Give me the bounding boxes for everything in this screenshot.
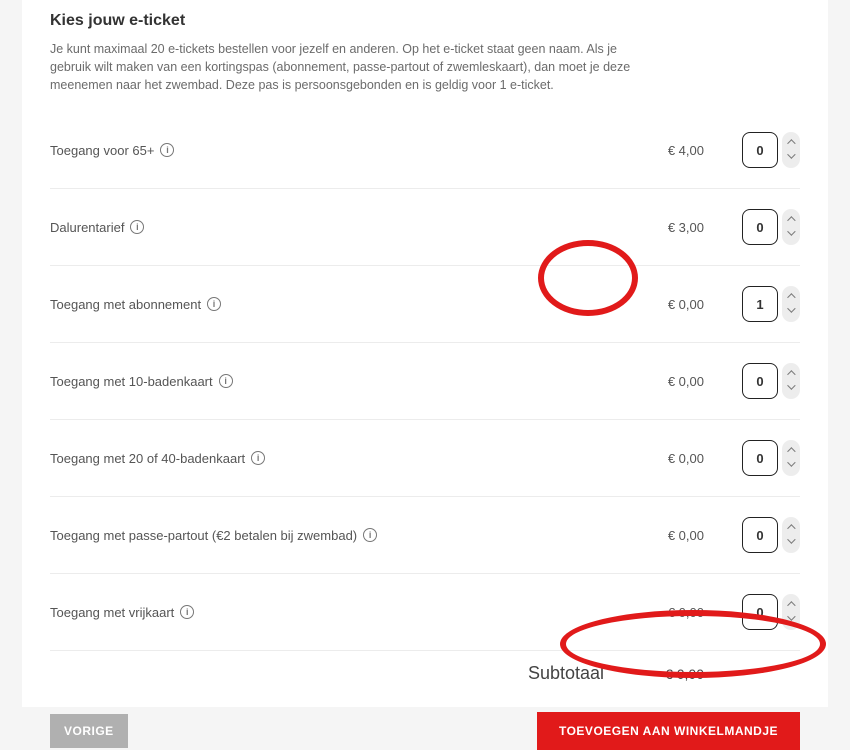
increment-button[interactable] — [782, 290, 800, 304]
ticket-price: € 4,00 — [634, 143, 704, 158]
ticket-label-text: Toegang met abonnement — [50, 297, 201, 312]
ticket-label-text: Dalurentarief — [50, 220, 124, 235]
info-icon[interactable]: i — [130, 220, 144, 234]
ticket-price: € 0,00 — [634, 451, 704, 466]
chevron-up-icon — [787, 524, 795, 532]
chevron-up-icon — [787, 139, 795, 147]
subtotal-value: € 0,00 — [634, 666, 704, 682]
quantity-input[interactable] — [742, 440, 778, 476]
quantity-input[interactable] — [742, 286, 778, 322]
quantity-stepper — [742, 132, 800, 168]
ticket-label-text: Toegang met passe-partout (€2 betalen bi… — [50, 528, 357, 543]
ticket-row: Dalurentarief i € 3,00 — [50, 189, 800, 266]
quantity-stepper — [742, 517, 800, 553]
ticket-label: Toegang met vrijkaart i — [50, 605, 634, 620]
ticket-row: Toegang met abonnement i € 0,00 — [50, 266, 800, 343]
info-icon[interactable]: i — [251, 451, 265, 465]
ticket-price: € 0,00 — [634, 374, 704, 389]
decrement-button[interactable] — [782, 381, 800, 395]
info-icon[interactable]: i — [180, 605, 194, 619]
add-to-cart-button[interactable]: TOEVOEGEN AAN WINKELMANDJE — [537, 712, 800, 750]
quantity-spinner — [782, 594, 800, 630]
ticket-row: Toegang met 20 of 40-badenkaart i € 0,00 — [50, 420, 800, 497]
ticket-price: € 0,00 — [634, 297, 704, 312]
quantity-input[interactable] — [742, 132, 778, 168]
ticket-row: Toegang voor 65+ i € 4,00 — [50, 112, 800, 189]
actions-row: VORIGE TOEVOEGEN AAN WINKELMANDJE — [50, 712, 800, 750]
ticket-selection-card: Kies jouw e-ticket Je kunt maximaal 20 e… — [22, 0, 828, 707]
ticket-label-text: Toegang met vrijkaart — [50, 605, 174, 620]
decrement-button[interactable] — [782, 227, 800, 241]
quantity-input[interactable] — [742, 594, 778, 630]
increment-button[interactable] — [782, 521, 800, 535]
quantity-stepper — [742, 440, 800, 476]
decrement-button[interactable] — [782, 458, 800, 472]
quantity-input[interactable] — [742, 363, 778, 399]
decrement-button[interactable] — [782, 612, 800, 626]
ticket-label: Toegang voor 65+ i — [50, 143, 634, 158]
increment-button[interactable] — [782, 367, 800, 381]
chevron-down-icon — [787, 384, 795, 392]
ticket-label-text: Toegang met 20 of 40-badenkaart — [50, 451, 245, 466]
chevron-up-icon — [787, 447, 795, 455]
ticket-label: Toegang met 10-badenkaart i — [50, 374, 634, 389]
quantity-spinner — [782, 517, 800, 553]
quantity-input[interactable] — [742, 517, 778, 553]
ticket-label: Toegang met 20 of 40-badenkaart i — [50, 451, 634, 466]
chevron-down-icon — [787, 538, 795, 546]
quantity-stepper — [742, 363, 800, 399]
quantity-spinner — [782, 363, 800, 399]
chevron-up-icon — [787, 293, 795, 301]
chevron-down-icon — [787, 461, 795, 469]
decrement-button[interactable] — [782, 304, 800, 318]
increment-button[interactable] — [782, 598, 800, 612]
previous-button[interactable]: VORIGE — [50, 714, 128, 748]
increment-button[interactable] — [782, 444, 800, 458]
info-icon[interactable]: i — [207, 297, 221, 311]
chevron-up-icon — [787, 216, 795, 224]
decrement-button[interactable] — [782, 535, 800, 549]
info-icon[interactable]: i — [219, 374, 233, 388]
chevron-down-icon — [787, 230, 795, 238]
page-description: Je kunt maximaal 20 e-tickets bestellen … — [50, 40, 660, 94]
ticket-price: € 3,00 — [634, 220, 704, 235]
ticket-label-text: Toegang met 10-badenkaart — [50, 374, 213, 389]
chevron-down-icon — [787, 153, 795, 161]
quantity-spinner — [782, 286, 800, 322]
ticket-price: € 0,00 — [634, 605, 704, 620]
info-icon[interactable]: i — [160, 143, 174, 157]
chevron-up-icon — [787, 601, 795, 609]
increment-button[interactable] — [782, 136, 800, 150]
subtotal-label: Subtotaal — [50, 663, 634, 684]
ticket-label: Toegang met abonnement i — [50, 297, 634, 312]
ticket-price: € 0,00 — [634, 528, 704, 543]
decrement-button[interactable] — [782, 150, 800, 164]
ticket-label: Toegang met passe-partout (€2 betalen bi… — [50, 528, 634, 543]
quantity-spinner — [782, 209, 800, 245]
ticket-label-text: Toegang voor 65+ — [50, 143, 154, 158]
page-title: Kies jouw e-ticket — [50, 12, 800, 30]
quantity-input[interactable] — [742, 209, 778, 245]
ticket-row: Toegang met vrijkaart i € 0,00 — [50, 574, 800, 651]
quantity-spinner — [782, 132, 800, 168]
info-icon[interactable]: i — [363, 528, 377, 542]
ticket-row: Toegang met 10-badenkaart i € 0,00 — [50, 343, 800, 420]
chevron-down-icon — [787, 307, 795, 315]
ticket-row: Toegang met passe-partout (€2 betalen bi… — [50, 497, 800, 574]
quantity-stepper — [742, 286, 800, 322]
quantity-spinner — [782, 440, 800, 476]
chevron-down-icon — [787, 615, 795, 623]
chevron-up-icon — [787, 370, 795, 378]
increment-button[interactable] — [782, 213, 800, 227]
ticket-label: Dalurentarief i — [50, 220, 634, 235]
quantity-stepper — [742, 594, 800, 630]
quantity-stepper — [742, 209, 800, 245]
subtotal-row: Subtotaal € 0,00 — [50, 651, 800, 706]
